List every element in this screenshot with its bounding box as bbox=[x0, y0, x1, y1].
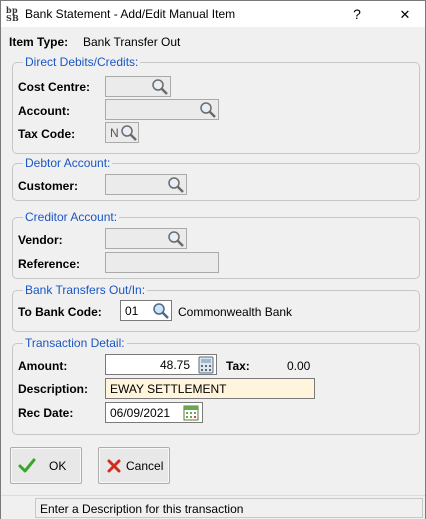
ok-button[interactable]: OK bbox=[10, 447, 82, 484]
vendor-label: Vendor: bbox=[18, 233, 63, 247]
tax-code-label: Tax Code: bbox=[18, 127, 76, 141]
magnifier-icon[interactable] bbox=[167, 176, 185, 194]
to-bank-code-field[interactable]: 01 bbox=[120, 300, 172, 321]
cancel-label: Cancel bbox=[126, 459, 164, 473]
magnifier-icon[interactable] bbox=[120, 124, 138, 142]
vendor-field[interactable] bbox=[105, 228, 187, 249]
transaction-title: Transaction Detail: bbox=[23, 336, 127, 350]
calendar-icon[interactable] bbox=[183, 404, 201, 422]
check-icon bbox=[18, 458, 36, 477]
bank-name: Commonwealth Bank bbox=[178, 305, 293, 319]
amount-value: 48.75 bbox=[159, 358, 190, 372]
customer-label: Customer: bbox=[18, 179, 79, 193]
status-panel: Enter a Description for this transaction bbox=[35, 498, 423, 518]
item-type-value: Bank Transfer Out bbox=[83, 35, 181, 49]
svg-text:B: B bbox=[12, 13, 19, 23]
cancel-x-icon bbox=[106, 458, 122, 477]
calculator-icon[interactable] bbox=[198, 356, 216, 374]
reference-field[interactable] bbox=[105, 252, 219, 273]
status-message: Enter a Description for this transaction bbox=[40, 502, 244, 516]
amount-label: Amount: bbox=[18, 359, 68, 373]
tax-code-value: N bbox=[110, 126, 119, 140]
magnifier-icon[interactable] bbox=[167, 230, 185, 248]
cost-centre-label: Cost Centre: bbox=[18, 80, 91, 94]
to-bank-code-label: To Bank Code: bbox=[18, 305, 102, 319]
close-button[interactable]: ✕ bbox=[385, 1, 425, 27]
amount-field[interactable]: 48.75 bbox=[105, 354, 217, 375]
help-button[interactable]: ? bbox=[339, 1, 375, 27]
title-bar: b p S B Bank Statement - Add/Edit Manual… bbox=[1, 1, 425, 27]
tax-label: Tax: bbox=[226, 359, 250, 373]
cost-centre-field[interactable] bbox=[105, 76, 171, 97]
magnifier-icon[interactable] bbox=[199, 101, 217, 119]
rec-date-label: Rec Date: bbox=[18, 406, 74, 420]
to-bank-code-value: 01 bbox=[125, 304, 139, 318]
cancel-button[interactable]: Cancel bbox=[98, 447, 170, 484]
debtor-title: Debtor Account: bbox=[23, 156, 113, 170]
magnifier-icon[interactable] bbox=[152, 302, 170, 320]
magnifier-icon[interactable] bbox=[151, 78, 169, 96]
rec-date-value: 06/09/2021 bbox=[110, 406, 171, 420]
bank-transfers-title: Bank Transfers Out/In: bbox=[23, 283, 148, 297]
description-value: EWAY SETTLEMENT bbox=[110, 382, 227, 396]
dialog-window: b p S B Bank Statement - Add/Edit Manual… bbox=[0, 0, 426, 519]
tax-code-field[interactable]: N bbox=[105, 122, 139, 143]
status-bar: Enter a Description for this transaction bbox=[1, 495, 425, 519]
creditor-title: Creditor Account: bbox=[23, 210, 120, 224]
ok-label: OK bbox=[49, 459, 67, 473]
window-title: Bank Statement - Add/Edit Manual Item bbox=[25, 7, 236, 21]
tax-value: 0.00 bbox=[287, 359, 311, 373]
description-field[interactable]: EWAY SETTLEMENT bbox=[105, 378, 315, 399]
rec-date-field[interactable]: 06/09/2021 bbox=[105, 402, 203, 423]
customer-field[interactable] bbox=[105, 174, 187, 195]
item-type-label: Item Type: bbox=[9, 35, 69, 49]
reference-label: Reference: bbox=[18, 257, 81, 271]
help-icon: ? bbox=[353, 6, 361, 22]
app-icon: b p S B bbox=[5, 5, 21, 23]
account-label: Account: bbox=[18, 104, 70, 118]
close-icon: ✕ bbox=[399, 7, 411, 22]
description-label: Description: bbox=[18, 382, 89, 396]
account-field[interactable] bbox=[105, 99, 219, 120]
direct-debits-title: Direct Debits/Credits: bbox=[23, 55, 141, 69]
